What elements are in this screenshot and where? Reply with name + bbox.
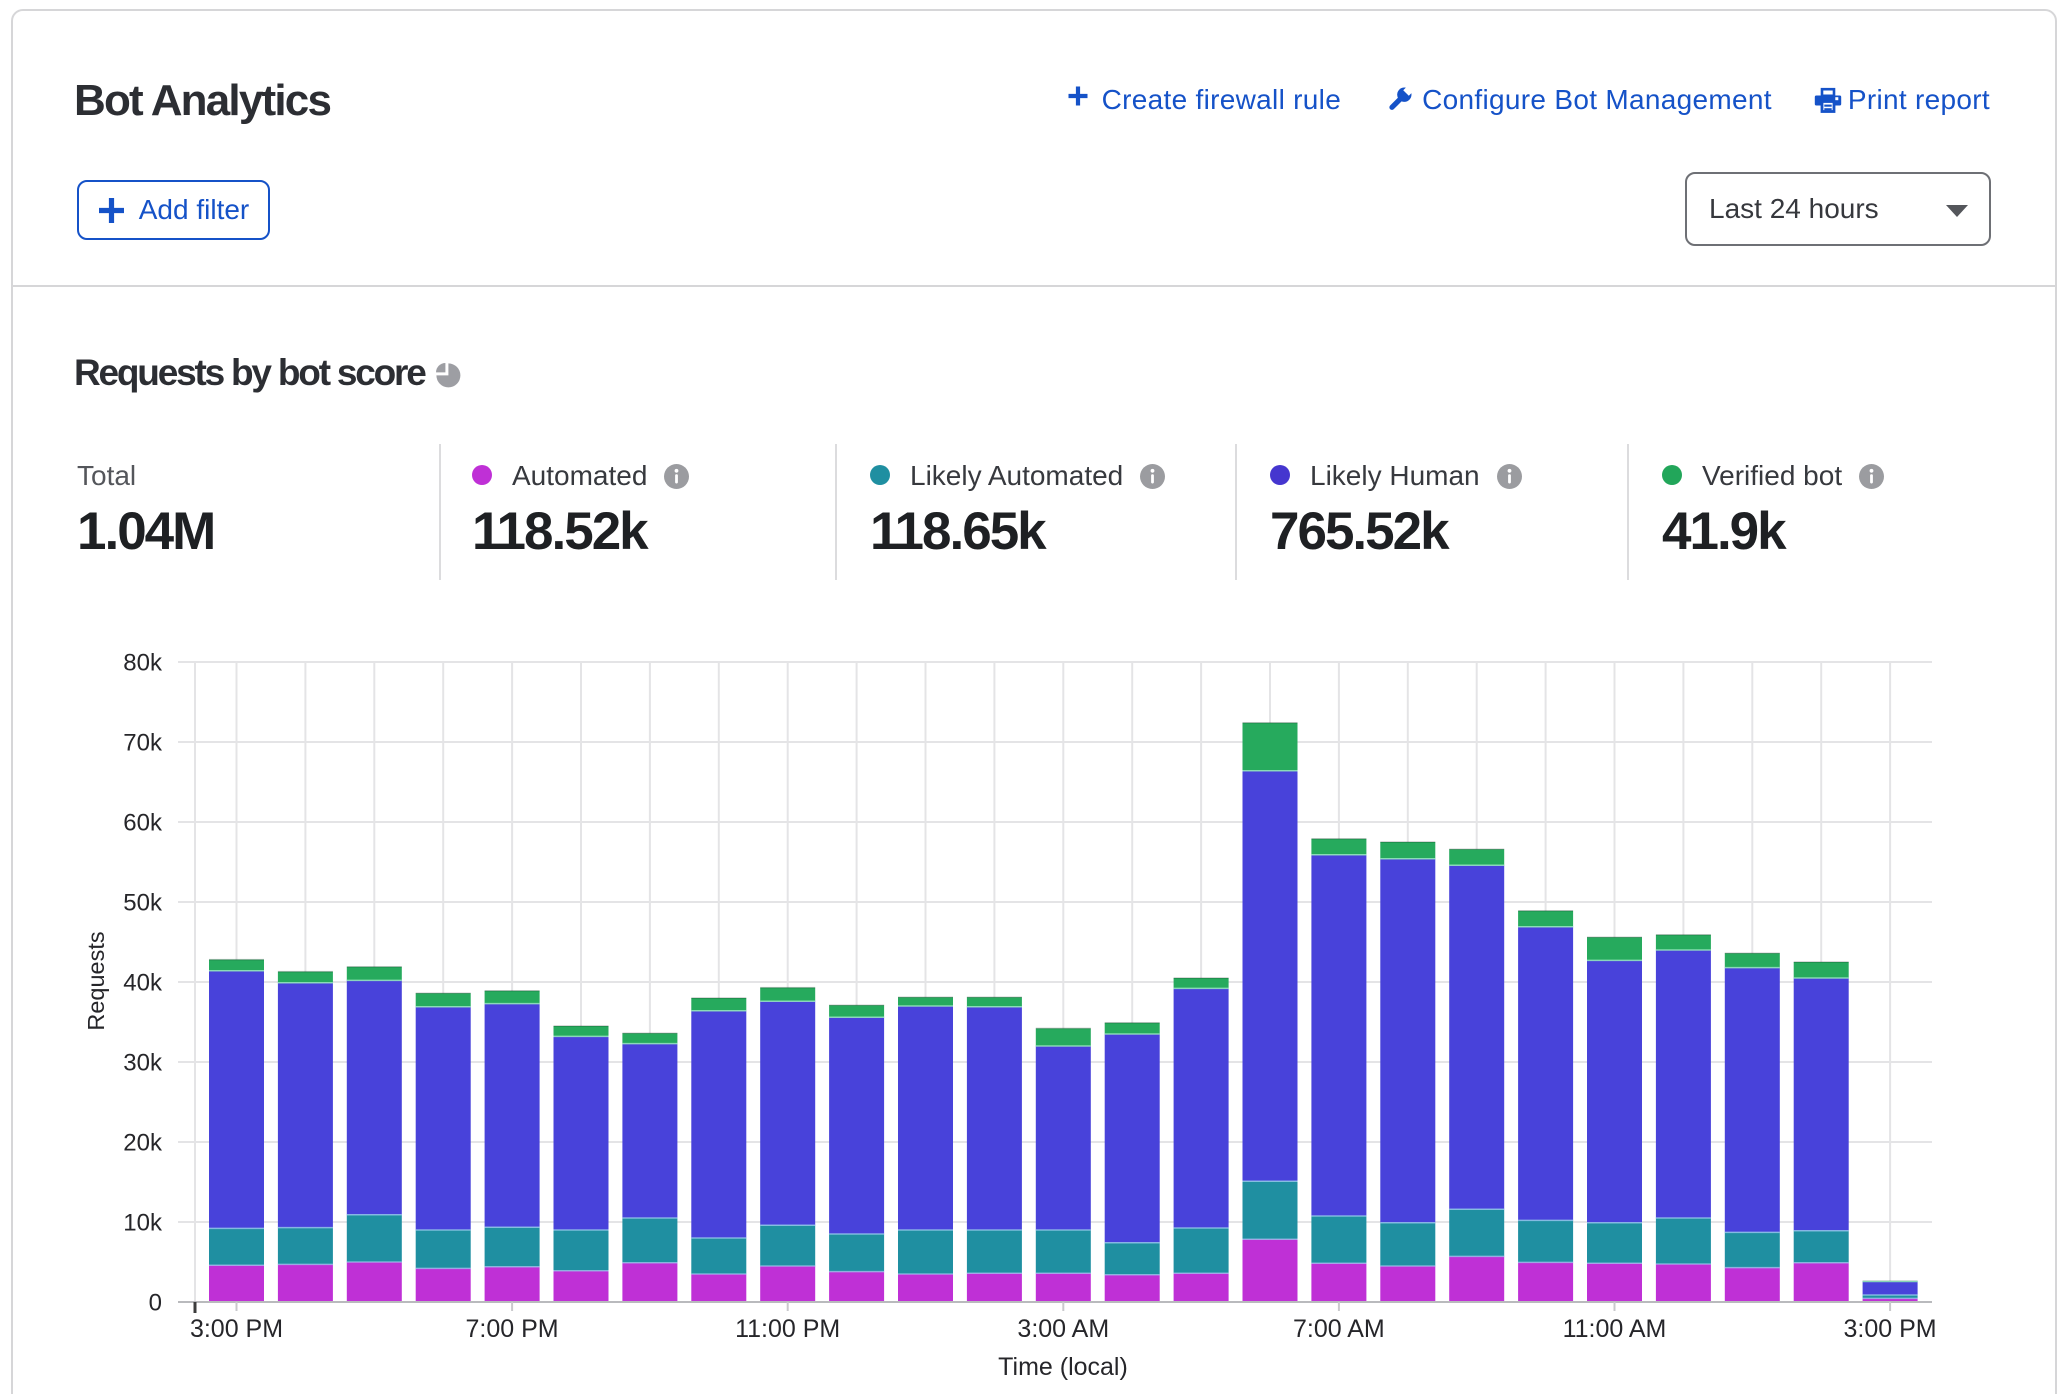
svg-text:Requests: Requests: [83, 931, 109, 1030]
svg-text:Time (local): Time (local): [998, 1353, 1128, 1381]
svg-text:50k: 50k: [123, 890, 163, 917]
svg-text:20k: 20k: [123, 1130, 163, 1157]
svg-text:3:00 PM: 3:00 PM: [1844, 1315, 1937, 1343]
svg-text:11:00 AM: 11:00 AM: [1563, 1315, 1667, 1343]
svg-text:40k: 40k: [123, 970, 163, 997]
svg-text:11:00 PM: 11:00 PM: [735, 1315, 840, 1343]
svg-text:60k: 60k: [123, 810, 163, 837]
svg-text:70k: 70k: [123, 730, 163, 757]
svg-text:3:00 AM: 3:00 AM: [1017, 1315, 1109, 1343]
svg-text:0: 0: [149, 1290, 162, 1317]
svg-text:3:00 PM: 3:00 PM: [190, 1315, 283, 1343]
svg-text:80k: 80k: [123, 650, 163, 677]
svg-text:7:00 AM: 7:00 AM: [1293, 1315, 1385, 1343]
svg-text:7:00 PM: 7:00 PM: [466, 1315, 559, 1343]
svg-text:10k: 10k: [123, 1210, 163, 1237]
svg-text:30k: 30k: [123, 1050, 163, 1077]
